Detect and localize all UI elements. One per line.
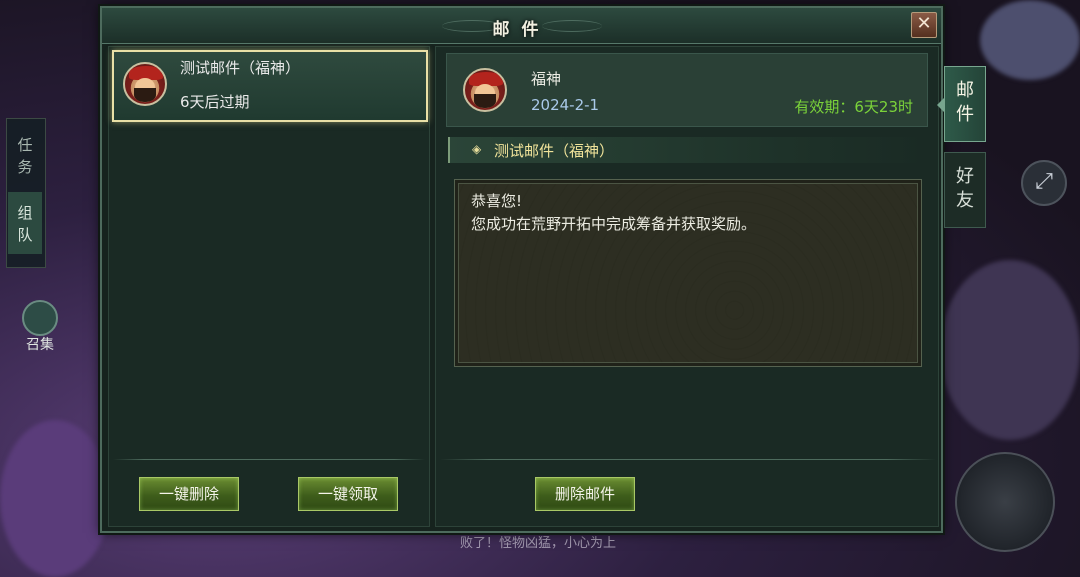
title-bar: 邮件 ✕ [102, 8, 941, 44]
expand-icon[interactable]: ⤢ [1021, 160, 1067, 206]
fushen-avatar-icon [463, 68, 507, 112]
window-title: 邮件 [492, 20, 551, 40]
mail-list-item[interactable]: 测试邮件（福神） 6天后过期 [112, 50, 428, 122]
close-button[interactable]: ✕ [911, 12, 937, 38]
subject-bar: ◈ 测试邮件（福神） [448, 137, 928, 163]
attack-control-button[interactable] [955, 452, 1055, 552]
chat-message: 败了！怪物凶猛，小心为上 [460, 536, 617, 551]
game-screen: 任 务 组 队 召集 ⤢ 败了！怪物凶猛，小心为上 邮件 ✕ 测试邮件（福神） … [0, 0, 1080, 577]
sender-info: 福神 2024-2-1 有效期：6天23时 [446, 53, 928, 127]
mail-detail-panel: 福神 2024-2-1 有效期：6天23时 ◈ 测试邮件（福神） 恭喜您! 您成… [435, 46, 939, 527]
mail-content-line: 您成功在荒野开拓中完成筹备并获取奖励。 [471, 215, 757, 233]
tab-friends[interactable]: 好 友 [944, 152, 986, 228]
background-scenery-glow [0, 420, 110, 577]
claim-all-button[interactable]: 一键领取 [298, 477, 398, 511]
mail-content: 恭喜您! 您成功在荒野开拓中完成筹备并获取奖励。 [454, 179, 922, 367]
delete-all-button[interactable]: 一键删除 [139, 477, 239, 511]
tab-mail[interactable]: 邮 件 [937, 66, 986, 142]
mail-window: 邮件 ✕ 测试邮件（福神） 6天后过期 一键删除 一键领取 福神 2024-2-… [100, 6, 943, 533]
mail-list-panel: 测试邮件（福神） 6天后过期 一键删除 一键领取 [108, 46, 430, 527]
sender-date: 2024-2-1 [531, 96, 600, 114]
mail-content-line: 恭喜您! [471, 192, 523, 210]
active-tab-arrow-icon [937, 97, 945, 113]
background-tab-quest[interactable]: 任 务 [8, 124, 42, 186]
mail-subject: 测试邮件（福神） [494, 142, 615, 160]
validity-period: 有效期：6天23时 [794, 98, 913, 116]
divider [113, 459, 425, 460]
background-scenery-rocks [940, 260, 1080, 440]
divider [440, 459, 936, 460]
background-tab-team[interactable]: 组 队 [8, 192, 42, 254]
mail-item-title: 测试邮件（福神） [180, 59, 301, 77]
summon-icon[interactable] [22, 300, 58, 336]
background-scenery [980, 0, 1080, 80]
mail-item-expiry: 6天后过期 [180, 93, 250, 111]
summon-label: 召集 [26, 337, 54, 353]
fushen-avatar-icon [123, 62, 167, 106]
diamond-bullet-icon: ◈ [472, 142, 482, 156]
sender-name: 福神 [531, 70, 562, 88]
delete-mail-button[interactable]: 删除邮件 [535, 477, 635, 511]
